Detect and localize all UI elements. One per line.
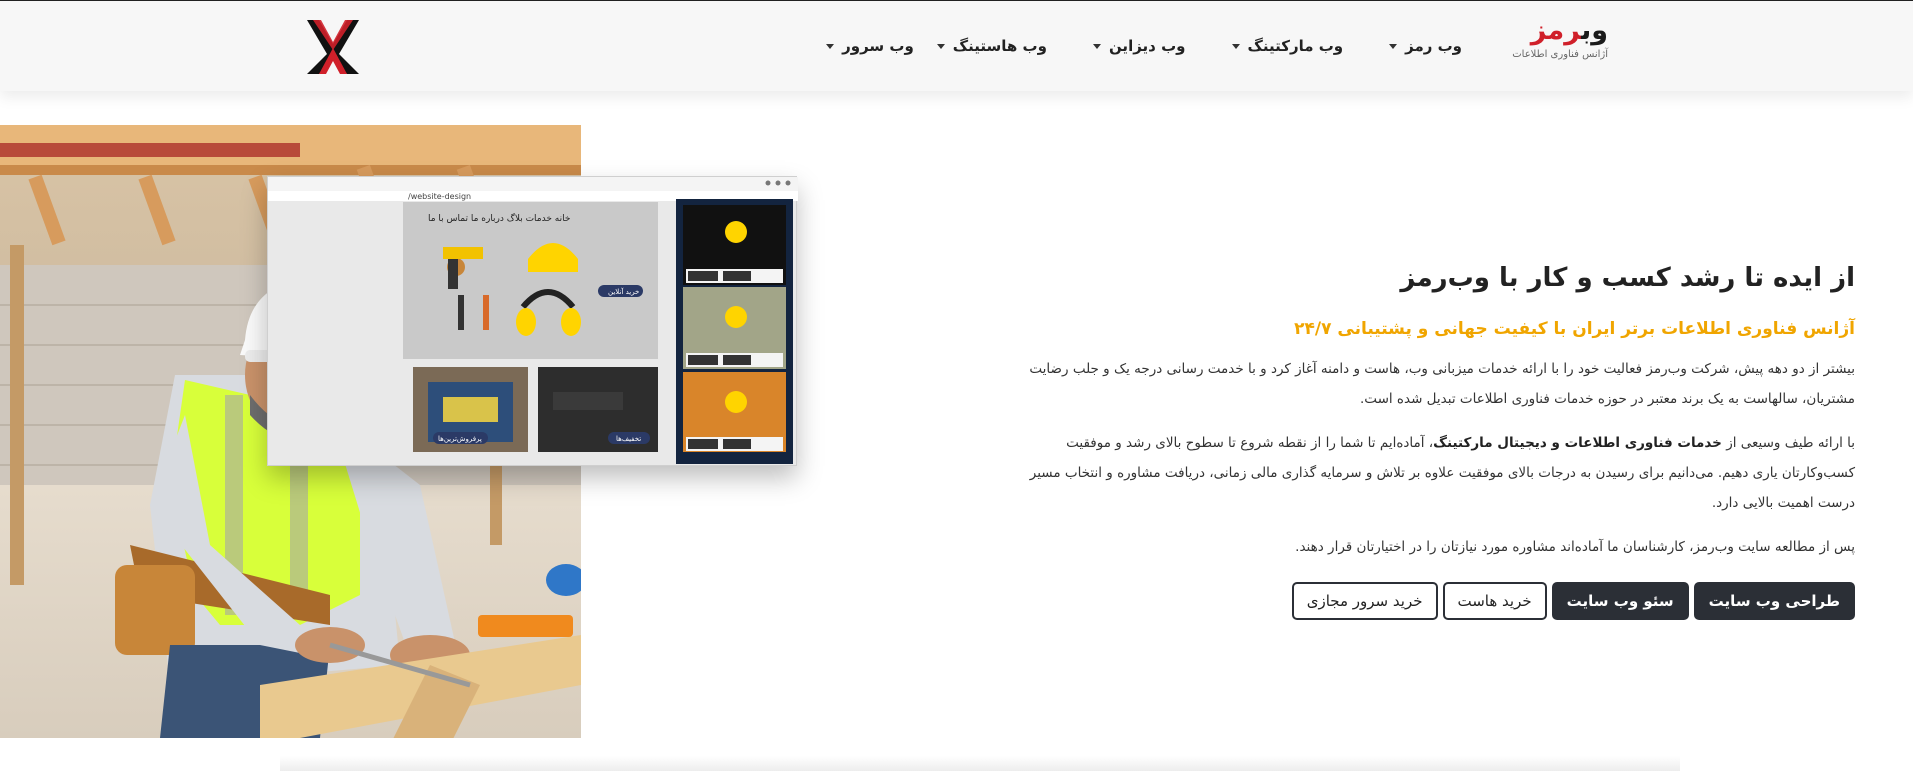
brand-tagline: آژانس فناوری اطلاعات (1512, 49, 1608, 60)
chevron-down-icon (826, 43, 835, 49)
logo-icon[interactable] (307, 20, 359, 74)
brand-name-part1: وب (1581, 15, 1609, 46)
seo-button[interactable]: سئو وب سایت (1551, 582, 1689, 620)
nav-item-web-hosting[interactable]: وب هاستینگ (914, 37, 1070, 55)
hero-paragraph-3: پس از مطالعه سایت وب‌رمز، کارشناسان ما آ… (1295, 539, 1855, 555)
buy-vps-button[interactable]: خرید سرور مجازی (1291, 582, 1438, 620)
mockup-illustration: /website-design خانه خدمات بلاگ درباره م… (268, 177, 798, 464)
mockup-more-button: پرفروش‌ترین‌ها (438, 435, 482, 443)
nav-item-web-server[interactable]: وب سرور (803, 37, 914, 55)
chevron-down-icon (936, 43, 945, 49)
section-divider (280, 756, 1680, 771)
buy-hosting-button[interactable]: خرید هاست (1442, 582, 1547, 620)
cta-button-group: طراحی وب سایت سئو وب سایت خرید هاست خرید… (1000, 582, 1855, 620)
site-header: وب سرور وب هاستینگ وب دیزاین وب مارکتینگ… (0, 1, 1913, 91)
mockup-nav-links: خانه خدمات بلاگ درباره ما تماس با ما (428, 212, 570, 224)
nav-item-label: وب هاستینگ (952, 37, 1047, 55)
mockup-url: /website-design (408, 192, 471, 201)
para2-bold-text: خدمات فناوری اطلاعات و دیجیتال مارکتینگ (1433, 435, 1722, 451)
chevron-down-icon (1231, 43, 1240, 49)
nav-item-label: وب سرور (842, 37, 914, 55)
nav-item-label: وب دیزاین (1108, 37, 1186, 55)
brand-name: وبرمز (1508, 15, 1609, 47)
nav-item-web-marketing[interactable]: وب مارکتینگ (1209, 37, 1367, 55)
nav-item-web-design[interactable]: وب دیزاین (1070, 37, 1209, 55)
web-design-button[interactable]: طراحی وب سایت (1693, 582, 1855, 620)
chevron-down-icon (1389, 43, 1398, 49)
mockup-buy-button: خرید آنلاین (608, 287, 639, 296)
hero-content: از ایده تا رشد کسب و کار با وب‌رمز آژانس… (1000, 258, 1855, 620)
website-mockup: /website-design خانه خدمات بلاگ درباره م… (267, 176, 798, 466)
para2-text-start: با ارائه طیف وسیعی از (1721, 435, 1855, 451)
nav-item-webramz[interactable]: وب رمز (1366, 37, 1485, 55)
brand-logo[interactable]: وبرمز آژانس فناوری اطلاعات (1508, 15, 1609, 60)
hero-title: از ایده تا رشد کسب و کار با وب‌رمز (1400, 263, 1855, 293)
nav-item-label: وب مارکتینگ (1247, 37, 1344, 55)
mockup-discount-button: تخفیف‌ها (616, 435, 641, 443)
main-nav: وب سرور وب هاستینگ وب دیزاین وب مارکتینگ… (803, 37, 1485, 55)
hero-subtitle: آژانس فناوری اطلاعات برتر ایران با کیفیت… (1294, 319, 1855, 339)
brand-name-part2: رمز (1530, 15, 1582, 46)
nav-item-label: وب رمز (1405, 37, 1462, 55)
hero-paragraph-1: بیشتر از دو دهه پیش، شرکت وب‌رمز فعالیت … (1029, 361, 1855, 407)
chevron-down-icon (1092, 43, 1101, 49)
hero-paragraph-2: با ارائه طیف وسیعی از خدمات فناوری اطلاع… (1000, 428, 1855, 518)
